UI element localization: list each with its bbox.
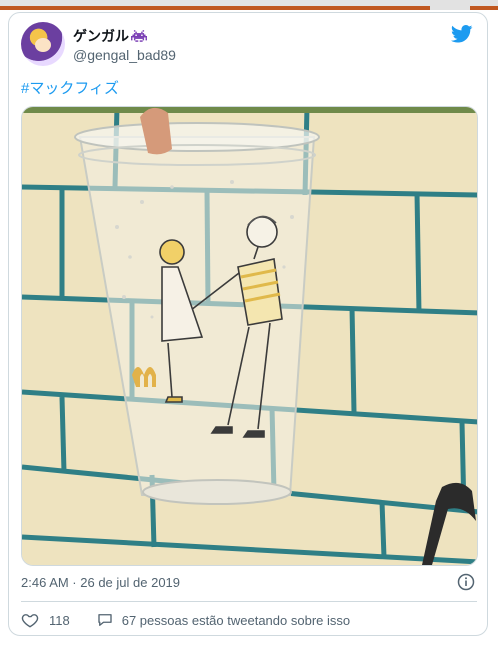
space-invader-icon	[131, 30, 147, 42]
tweet-photo[interactable]	[21, 106, 478, 566]
speech-bubble-icon[interactable]	[96, 611, 114, 629]
display-name[interactable]: ゲンガル	[73, 26, 129, 46]
display-name-row[interactable]: ゲンガル	[73, 26, 147, 46]
avatar[interactable]	[21, 22, 65, 66]
tweet-actions: 118 67 pessoas estão tweetando sobre iss…	[21, 610, 350, 630]
hashtag-link[interactable]: #マックフィズ	[21, 77, 119, 98]
tweet-timestamp[interactable]: 2:46 AM · 26 de jul de 2019	[21, 575, 180, 590]
twitter-bird-icon[interactable]	[451, 25, 473, 43]
like-button[interactable]: 118	[21, 611, 70, 629]
tweet-card[interactable]: ゲンガル @gengal_bad89 #マックフィズ 2:46 AM · 26 …	[8, 12, 488, 636]
window-top-bar	[0, 0, 498, 10]
avatar-face	[35, 38, 51, 52]
top-accent-stripe	[0, 6, 430, 10]
top-accent-stripe-right	[470, 6, 498, 10]
like-count[interactable]: 118	[49, 613, 70, 628]
conversation-link[interactable]: 67 pessoas estão tweetando sobre isso	[96, 611, 350, 629]
conversation-text[interactable]: 67 pessoas estão tweetando sobre isso	[122, 613, 350, 628]
heart-icon[interactable]	[21, 611, 39, 629]
user-handle[interactable]: @gengal_bad89	[73, 47, 176, 63]
photo-cup-illustration	[22, 107, 477, 565]
divider	[21, 601, 477, 602]
info-icon[interactable]	[457, 573, 475, 591]
